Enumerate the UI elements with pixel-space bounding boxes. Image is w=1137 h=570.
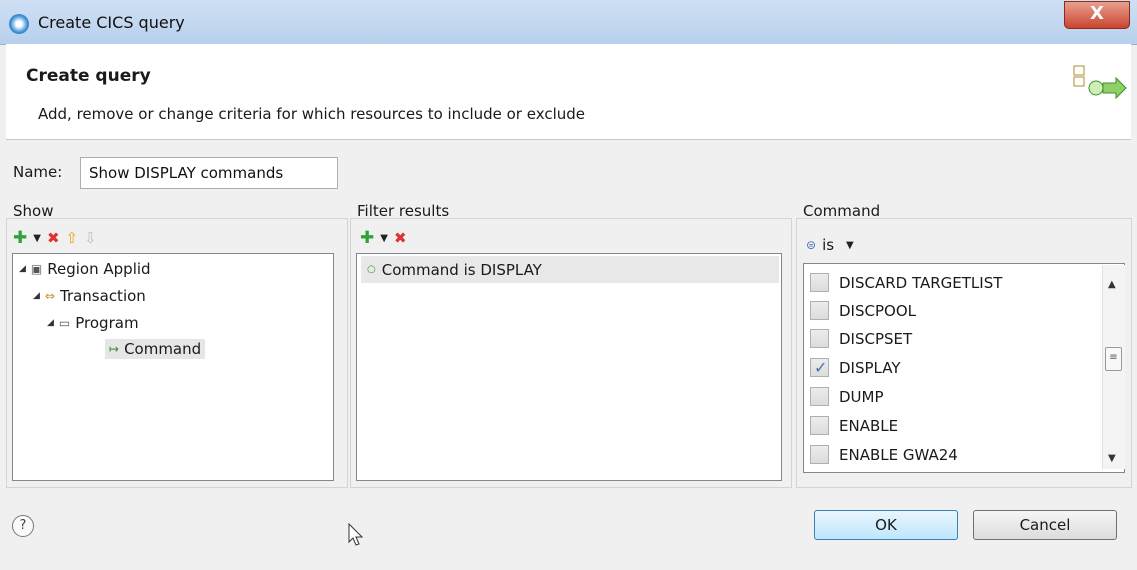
command-option[interactable]: ENABLE xyxy=(810,416,898,435)
command-list: DISCARD TARGETLIST DISCPOOL DISCPSET DIS… xyxy=(803,263,1125,473)
command-option[interactable]: DISCPSET xyxy=(810,329,912,348)
tree-item-label: Transaction xyxy=(59,287,146,305)
close-button[interactable]: X xyxy=(1064,1,1130,29)
scroll-down-icon[interactable]: ▼ xyxy=(1108,453,1116,464)
add-icon[interactable]: ✚ xyxy=(360,228,374,248)
tree-item-command[interactable]: ↦ Command xyxy=(105,339,206,359)
program-icon: ▭ xyxy=(58,316,71,330)
header-description: Add, remove or change criteria for which… xyxy=(38,105,585,123)
checkbox[interactable] xyxy=(810,416,829,435)
move-up-icon[interactable]: ⇧ xyxy=(66,229,79,247)
filter-item-label: Command is DISPLAY xyxy=(381,260,542,279)
command-option-label: DISCPSET xyxy=(839,329,913,348)
expand-triangle-icon[interactable]: ◢ xyxy=(33,291,40,301)
operator-value: is xyxy=(822,236,835,254)
transaction-icon: ⇔ xyxy=(44,289,55,303)
checkbox-checked[interactable] xyxy=(810,358,829,377)
command-option[interactable]: DUMP xyxy=(810,387,884,406)
header-title: Create query xyxy=(26,66,151,86)
command-option[interactable]: DISPLAY xyxy=(810,358,901,377)
checkbox[interactable] xyxy=(810,301,829,320)
move-down-icon: ⇩ xyxy=(84,229,97,247)
name-label: Name: xyxy=(13,163,63,181)
filter-toolbar: ✚ ▼ ✖ xyxy=(360,228,407,248)
scroll-up-icon[interactable]: ▲ xyxy=(1108,279,1116,290)
command-option-label: DISPLAY xyxy=(839,358,901,377)
tree-item-label: Program xyxy=(75,314,139,332)
filter-item[interactable]: ○ Command is DISPLAY xyxy=(361,256,779,283)
checkbox[interactable] xyxy=(810,273,829,292)
checkbox[interactable] xyxy=(810,387,829,406)
filter-list: ○ Command is DISPLAY xyxy=(356,253,782,481)
help-icon[interactable]: ? xyxy=(12,515,34,537)
checkbox[interactable] xyxy=(810,445,829,464)
vertical-scrollbar[interactable]: ▲ ≡ ▼ xyxy=(1102,265,1125,469)
delete-icon[interactable]: ✖ xyxy=(47,229,60,247)
cics-app-icon xyxy=(9,14,29,34)
show-tree: ◢ ▣ Region Applid ◢ ⇔ Transaction ◢ ▭ Pr… xyxy=(12,253,334,481)
expand-triangle-icon[interactable]: ◢ xyxy=(47,318,54,328)
query-wizard-icon xyxy=(1073,65,1127,100)
delete-icon[interactable]: ✖ xyxy=(394,229,407,247)
operator-selector[interactable]: ⊜ is ▼ xyxy=(806,236,854,254)
scroll-thumb[interactable]: ≡ xyxy=(1105,347,1122,371)
command-option[interactable]: DISCARD TARGETLIST xyxy=(810,273,1002,292)
command-option[interactable]: ENABLE GWA24 xyxy=(810,445,958,464)
chevron-down-icon[interactable]: ▼ xyxy=(33,233,41,244)
command-option-label: DISCPOOL xyxy=(839,301,916,320)
chevron-down-icon[interactable]: ▼ xyxy=(846,240,854,251)
show-toolbar: ✚ ▼ ✖ ⇧ ⇩ xyxy=(13,228,97,248)
command-option-label: ENABLE GWA24 xyxy=(839,445,958,464)
command-option[interactable]: DISCPOOL xyxy=(810,301,916,320)
expand-triangle-icon[interactable]: ◢ xyxy=(19,264,26,274)
command-icon: ↦ xyxy=(109,342,120,356)
command-option-label: ENABLE xyxy=(839,416,899,435)
name-input[interactable] xyxy=(80,157,338,189)
add-icon[interactable]: ✚ xyxy=(13,228,27,248)
cancel-button[interactable]: Cancel xyxy=(973,510,1117,540)
title-bar: Create CICS query X xyxy=(0,0,1137,45)
command-option-label: DISCARD TARGETLIST xyxy=(839,273,1003,292)
tree-item-label: Region Applid xyxy=(47,260,151,278)
ok-button[interactable]: OK xyxy=(814,510,958,540)
mouse-cursor-icon xyxy=(348,523,364,546)
window-title: Create CICS query xyxy=(38,13,185,32)
wizard-header: Create query Add, remove or change crite… xyxy=(6,44,1131,140)
region-icon: ▣ xyxy=(30,262,43,276)
tree-item-label: Command xyxy=(124,340,202,358)
tree-item-transaction[interactable]: ◢ ⇔ Transaction xyxy=(33,287,146,305)
tree-item-region[interactable]: ◢ ▣ Region Applid xyxy=(19,260,151,278)
equals-icon: ⊜ xyxy=(806,238,817,252)
checkbox[interactable] xyxy=(810,329,829,348)
tree-item-program[interactable]: ◢ ▭ Program xyxy=(47,314,139,332)
chevron-down-icon[interactable]: ▼ xyxy=(380,233,388,244)
filter-dot-icon: ○ xyxy=(367,264,376,275)
command-option-label: DUMP xyxy=(839,387,884,406)
